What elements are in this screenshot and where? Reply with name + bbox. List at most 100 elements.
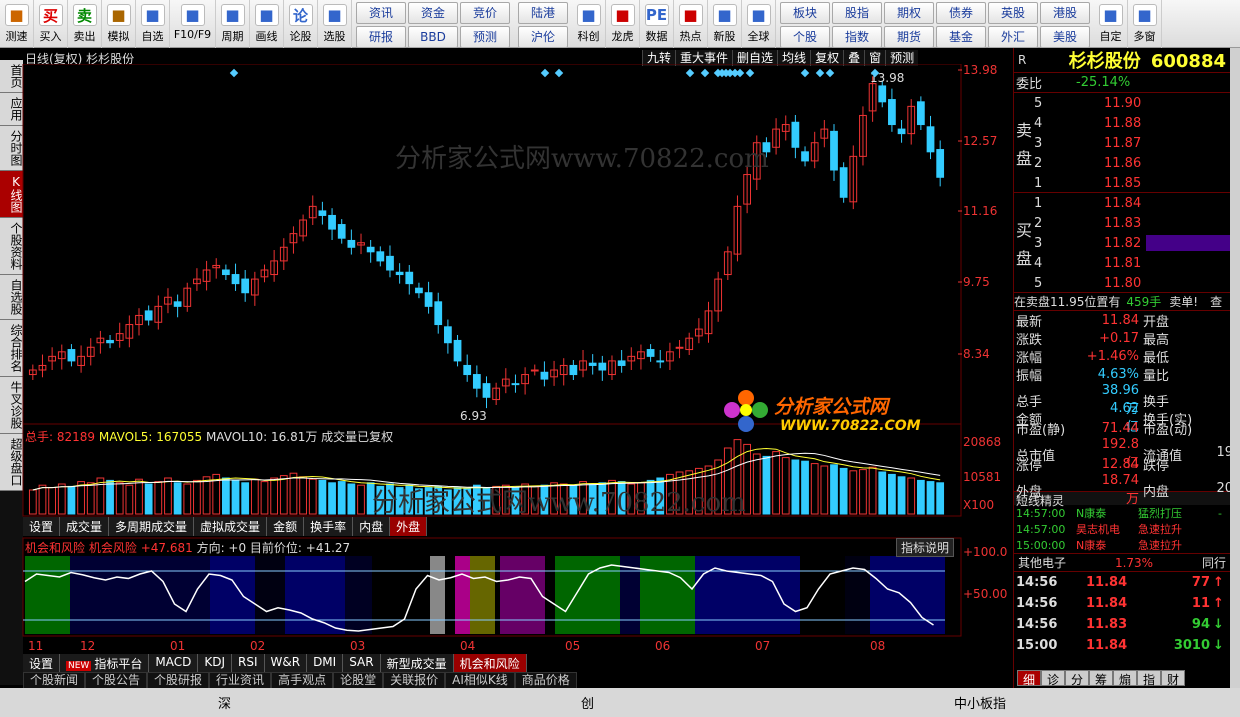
hot-button[interactable]: ■ 热点 [674, 0, 708, 48]
panel-tab-3[interactable]: 筹 [1089, 670, 1113, 687]
spirit-item[interactable]: 14:57:00 N康泰 猛烈打压 - [1014, 505, 1230, 521]
news-tab-2[interactable]: 个股研报 [147, 672, 210, 689]
select-stock-button[interactable]: ■ 选股 [318, 0, 352, 48]
panel-tab-2[interactable]: 分 [1065, 670, 1089, 687]
news-tab-1[interactable]: 个股公告 [85, 672, 148, 689]
indicator-tab-9[interactable]: 机会和风险 [453, 654, 527, 673]
grid-button-BBD[interactable]: BBD [408, 26, 458, 48]
grid-button-港股[interactable]: 港股 [1040, 2, 1090, 24]
indicator-tab-4[interactable]: RSI [232, 654, 265, 673]
order-row[interactable]: 1 11.85 [1034, 173, 1230, 193]
order-row[interactable]: 4 11.81 [1034, 253, 1230, 273]
volume-tab-6[interactable]: 内盘 [353, 517, 391, 536]
news-tab-6[interactable]: 关联报价 [383, 672, 446, 689]
hammer-button[interactable]: ■ 模拟 [102, 0, 136, 48]
grid-button-债券[interactable]: 债券 [936, 2, 986, 24]
indicator-zone [455, 556, 470, 634]
globe-button[interactable]: ■ 全球 [742, 0, 776, 48]
grid-button-期货[interactable]: 期货 [884, 26, 934, 48]
period-button[interactable]: ■ 周期 [216, 0, 250, 48]
order-row[interactable]: 3 11.82 [1034, 233, 1234, 253]
grid-button-资金[interactable]: 资金 [408, 2, 458, 24]
volume-bar [820, 465, 829, 515]
grid-button-资讯[interactable]: 资讯 [356, 2, 406, 24]
indicator-tab-6[interactable]: DMI [307, 654, 344, 673]
grid-button-沪伦[interactable]: 沪伦 [518, 26, 568, 48]
indicator-tab-1[interactable]: NEW 指标平台 [60, 654, 150, 673]
new-stock-button[interactable]: ■ 新股 [708, 0, 742, 48]
volume-tab-7[interactable]: 外盘 [390, 517, 428, 536]
dragon-tiger-button[interactable]: ■ 龙虎 [606, 0, 640, 48]
grid-button-竞价[interactable]: 竞价 [460, 2, 510, 24]
grid-button-期权[interactable]: 期权 [884, 2, 934, 24]
sector-more[interactable]: 同行 [1202, 554, 1226, 571]
news-tab-0[interactable]: 个股新闻 [23, 672, 86, 689]
discuss-button[interactable]: 论论股 [284, 0, 318, 48]
panel-tab-6[interactable]: 财 [1161, 670, 1185, 687]
indicator-tab-8[interactable]: 新型成交量 [380, 654, 454, 673]
quote-right: 最低 [1141, 347, 1233, 366]
indicator-tab-7[interactable]: SAR [343, 654, 381, 673]
star-market-button[interactable]: ■ 科创 [572, 0, 606, 48]
grid-button-指数[interactable]: 指数 [832, 26, 882, 48]
grid-button-预测[interactable]: 预测 [460, 26, 510, 48]
volume-tab-5[interactable]: 换手率 [304, 517, 354, 536]
order-row[interactable]: 5 11.80 [1034, 273, 1230, 293]
custom-button[interactable]: ■ 自定 [1094, 0, 1128, 48]
indicator-tab-2[interactable]: MACD [149, 654, 199, 673]
volume-tab-4[interactable]: 金额 [267, 517, 305, 536]
grid-button-陆港[interactable]: 陆港 [518, 2, 568, 24]
grid-button-外汇[interactable]: 外汇 [988, 26, 1038, 48]
news-tab-7[interactable]: AI相似K线 [445, 672, 515, 689]
spirit-item[interactable]: 14:57:00 昊志机电 急速拉升 [1014, 521, 1230, 537]
quote-row: 振幅 4.63% 量比 [1016, 365, 1230, 384]
quote-key: 涨跌 [1016, 333, 1043, 348]
volume-tab-3[interactable]: 虚拟成交量 [194, 517, 268, 536]
order-row[interactable]: 2 11.86 [1034, 153, 1230, 173]
indicator-help-button[interactable]: 指标说明 [896, 538, 955, 557]
news-tab-3[interactable]: 行业资讯 [209, 672, 272, 689]
order-row[interactable]: 1 11.84 [1034, 193, 1230, 213]
hammer-icon: ■ [106, 4, 131, 26]
quote-row: 外盘18.74万内盘20 [1016, 473, 1233, 507]
clock-icon: ■ [4, 4, 29, 26]
volume-tab-1[interactable]: 成交量 [60, 517, 110, 536]
spirit-item[interactable]: 15:00:00 N康泰 急速拉升 [1014, 537, 1230, 553]
volume-tab-2[interactable]: 多周期成交量 [109, 517, 195, 536]
grid-button-股指[interactable]: 股指 [832, 2, 882, 24]
panel-tab-4[interactable]: 煽 [1113, 670, 1137, 687]
grid-button-个股[interactable]: 个股 [780, 26, 830, 48]
grid-button-美股[interactable]: 美股 [1040, 26, 1090, 48]
news-tab-5[interactable]: 论股堂 [333, 672, 384, 689]
grid-button-英股[interactable]: 英股 [988, 2, 1038, 24]
grid-button-基金[interactable]: 基金 [936, 26, 986, 48]
volume-tab-0[interactable]: 设置 [23, 517, 61, 536]
clock-button[interactable]: ■ 测速 [0, 0, 34, 48]
indicator-tab-0[interactable]: 设置 [23, 654, 61, 673]
order-row[interactable]: 4 11.88 [1034, 113, 1230, 133]
panel-tab-0[interactable]: 细 [1017, 670, 1041, 687]
order-row[interactable]: 5 11.90 [1034, 93, 1230, 113]
news-tab-8[interactable]: 商品价格 [514, 672, 577, 689]
indicator-zone [70, 556, 210, 634]
panel-tab-1[interactable]: 诊 [1041, 670, 1065, 687]
right-scrollbar[interactable] [1230, 48, 1240, 688]
volume-bar [810, 463, 819, 515]
indicator-tab-3[interactable]: KDJ [198, 654, 232, 673]
f10-button[interactable]: ■ F10/F9 [170, 0, 216, 48]
multi-window-button[interactable]: ■ 多窗 [1128, 0, 1162, 48]
buy-button[interactable]: 买买入 [34, 0, 68, 48]
indicator-tab-5[interactable]: W&R [264, 654, 308, 673]
grid-button-研报[interactable]: 研报 [356, 26, 406, 48]
order-row[interactable]: 2 11.83 [1034, 213, 1230, 233]
order-row[interactable]: 3 11.87 [1034, 133, 1230, 153]
pen-button[interactable]: ■ 画线 [250, 0, 284, 48]
sector-row[interactable]: 其他电子 1.73% 同行 [1014, 553, 1230, 571]
sell-button[interactable]: 卖卖出 [68, 0, 102, 48]
grid-button-板块[interactable]: 板块 [780, 2, 830, 24]
panel-tab-5[interactable]: 指 [1137, 670, 1161, 687]
star-button[interactable]: ■ 自选 [136, 0, 170, 48]
pe-data-button[interactable]: PE 数据 [640, 0, 674, 48]
quote-row: 总手 38.96万 换手 [1016, 383, 1230, 417]
news-tab-4[interactable]: 高手观点 [271, 672, 334, 689]
